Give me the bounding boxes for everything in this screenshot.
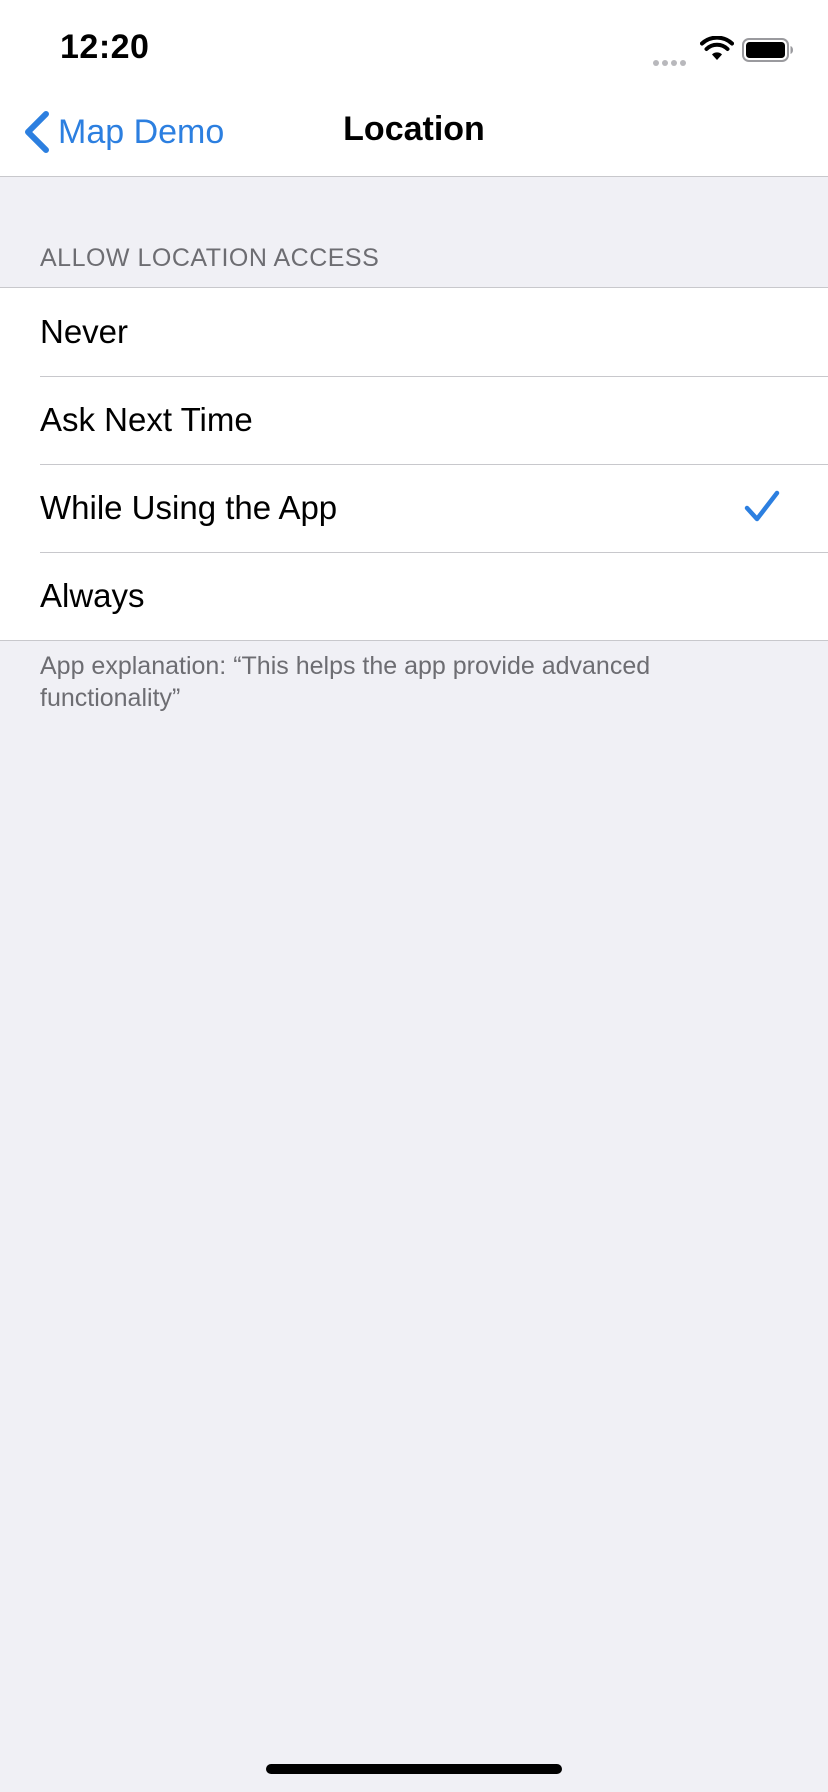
status-time: 12:20 — [60, 28, 150, 66]
wifi-icon — [700, 36, 734, 60]
option-while-using-the-app[interactable]: While Using the App — [0, 464, 828, 552]
navigation-header: 12:20 Map Demo Location — [0, 0, 828, 177]
signal-dots-icon — [653, 53, 689, 66]
option-label: Never — [40, 313, 129, 350]
app-explanation-text: App explanation: “This helps the app pro… — [40, 652, 651, 712]
option-label: While Using the App — [40, 489, 338, 526]
option-label: Always — [40, 577, 145, 614]
option-never[interactable]: Never — [0, 288, 828, 376]
location-options-list: Never Ask Next Time While Using the App … — [0, 287, 828, 641]
battery-icon — [742, 38, 793, 62]
option-label: Ask Next Time — [40, 401, 253, 438]
option-ask-next-time[interactable]: Ask Next Time — [0, 376, 828, 464]
home-indicator[interactable] — [266, 1764, 562, 1774]
checkmark-icon — [744, 490, 780, 522]
page-title: Location — [343, 110, 485, 148]
section-header: ALLOW LOCATION ACCESS — [40, 244, 380, 272]
option-always[interactable]: Always — [0, 552, 828, 640]
